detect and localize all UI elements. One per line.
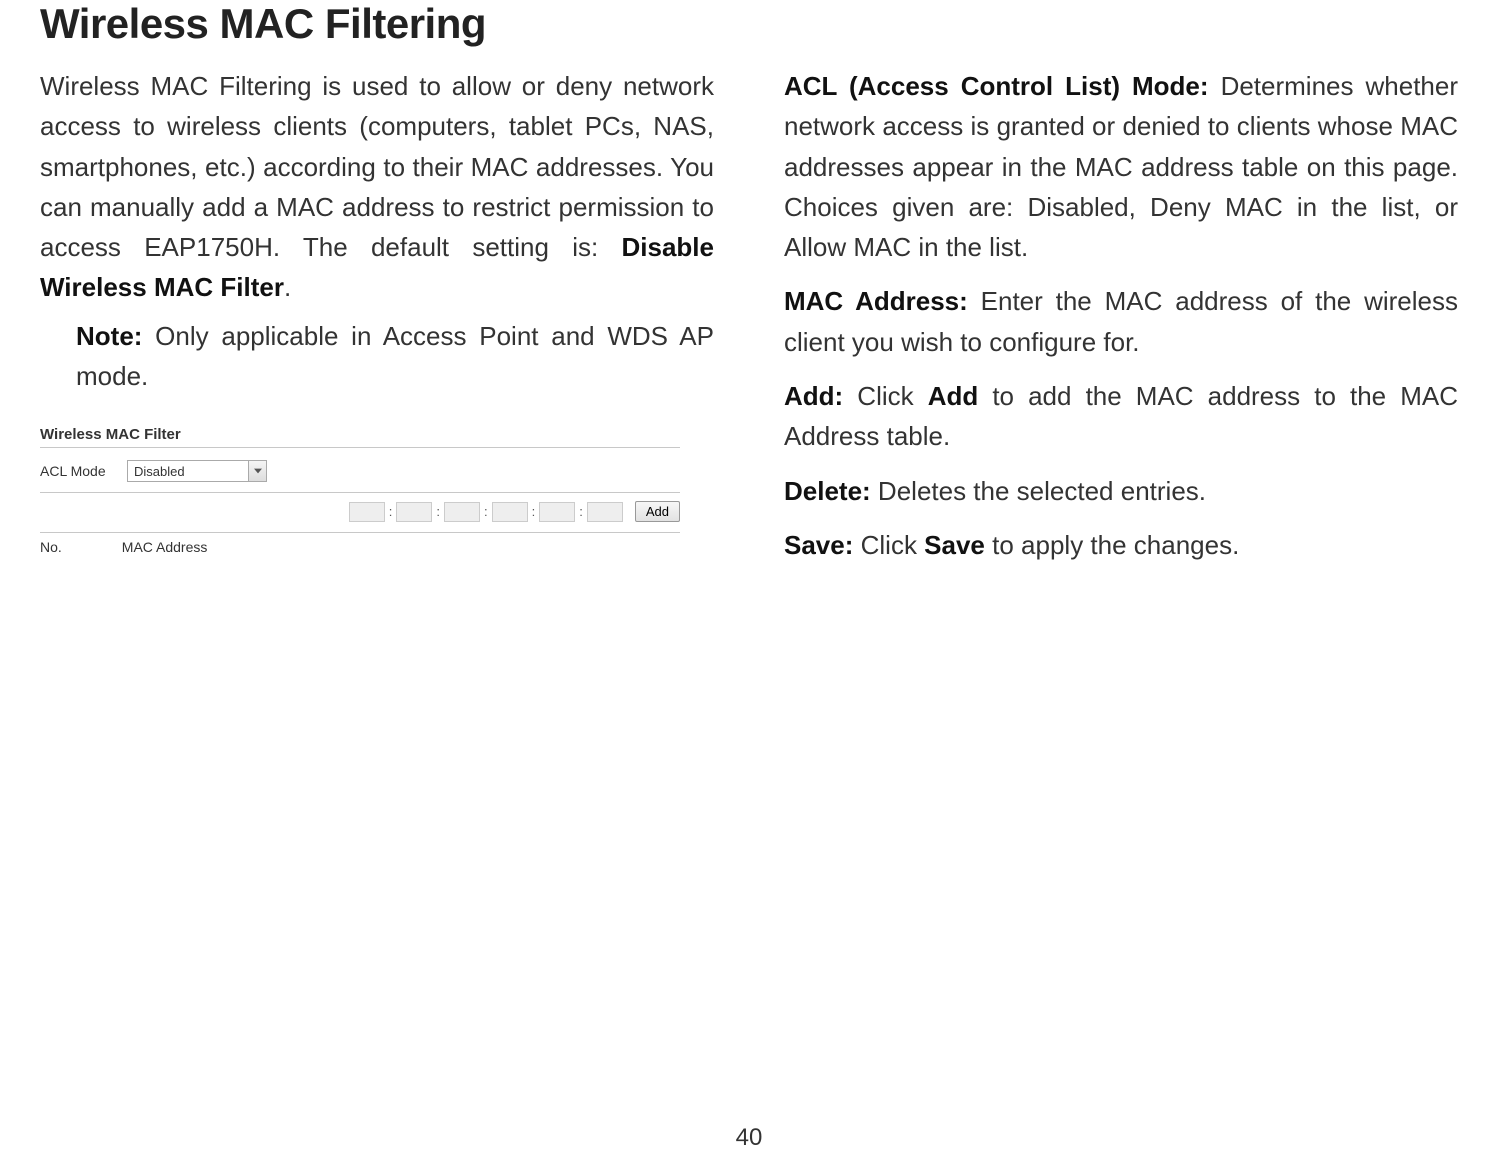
column-no: No. — [40, 539, 62, 555]
acl-mode-value: Disabled — [134, 464, 185, 479]
mac-filter-screenshot: Wireless MAC Filter ACL Mode Disabled : … — [40, 426, 680, 561]
save-desc-pre: Click — [853, 530, 924, 560]
left-column: Wireless MAC Filtering is used to allow … — [40, 66, 714, 579]
screenshot-title: Wireless MAC Filter — [40, 426, 680, 448]
acl-mode-row: ACL Mode Disabled — [40, 454, 680, 493]
delete-desc: Deletes the selected entries. — [871, 476, 1206, 506]
save-paragraph: Save: Click Save to apply the changes. — [784, 525, 1458, 565]
mac-octet-3[interactable] — [444, 502, 480, 522]
acl-mode-label: ACL Mode — [40, 463, 115, 479]
mac-input-row: : : : : : Add — [40, 493, 680, 533]
add-term: Add: — [784, 381, 843, 411]
delete-term: Delete: — [784, 476, 871, 506]
mac-table-header: No. MAC Address — [40, 533, 680, 561]
delete-paragraph: Delete: Deletes the selected entries. — [784, 471, 1458, 511]
acl-mode-select[interactable]: Disabled — [127, 460, 267, 482]
acl-mode-term: ACL (Access Control List) Mode: — [784, 71, 1209, 101]
page-number: 40 — [736, 1124, 763, 1152]
colon-separator: : — [484, 504, 488, 519]
mac-octet-2[interactable] — [396, 502, 432, 522]
add-bold: Add — [928, 381, 979, 411]
mac-address-paragraph: MAC Address: Enter the MAC address of th… — [784, 281, 1458, 362]
chevron-down-icon — [248, 461, 266, 481]
right-column: ACL (Access Control List) Mode: Determin… — [784, 66, 1458, 579]
save-desc-post: to apply the changes. — [985, 530, 1239, 560]
page-title: Wireless MAC Filtering — [40, 0, 1458, 48]
mac-octet-6[interactable] — [587, 502, 623, 522]
add-button[interactable]: Add — [635, 501, 680, 522]
save-bold: Save — [924, 530, 985, 560]
mac-octet-5[interactable] — [539, 502, 575, 522]
save-term: Save: — [784, 530, 853, 560]
note-line: Note: Only applicable in Access Point an… — [40, 316, 714, 397]
intro-end: . — [284, 272, 291, 302]
mac-octet-4[interactable] — [492, 502, 528, 522]
note-text: Only applicable in Access Point and WDS … — [76, 321, 714, 391]
content-columns: Wireless MAC Filtering is used to allow … — [40, 66, 1458, 579]
add-paragraph: Add: Click Add to add the MAC address to… — [784, 376, 1458, 457]
colon-separator: : — [389, 504, 393, 519]
column-mac-address: MAC Address — [122, 539, 208, 555]
add-desc-pre: Click — [843, 381, 928, 411]
intro-paragraph: Wireless MAC Filtering is used to allow … — [40, 66, 714, 308]
mac-octet-1[interactable] — [349, 502, 385, 522]
colon-separator: : — [579, 504, 583, 519]
intro-text: Wireless MAC Filtering is used to allow … — [40, 71, 714, 262]
mac-address-term: MAC Address: — [784, 286, 968, 316]
note-label: Note: — [76, 321, 142, 351]
acl-mode-paragraph: ACL (Access Control List) Mode: Determin… — [784, 66, 1458, 267]
colon-separator: : — [532, 504, 536, 519]
colon-separator: : — [436, 504, 440, 519]
